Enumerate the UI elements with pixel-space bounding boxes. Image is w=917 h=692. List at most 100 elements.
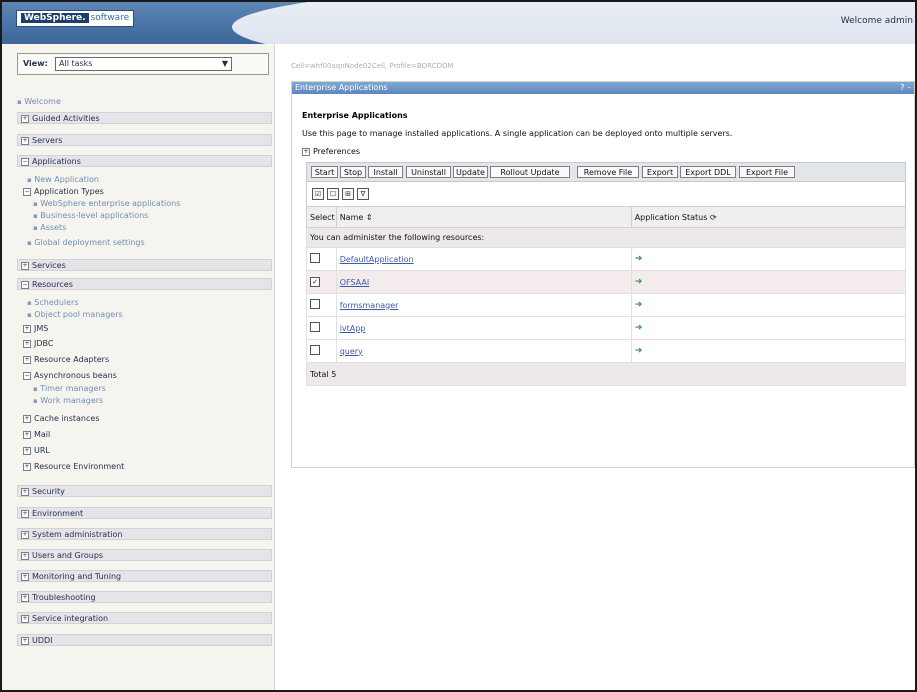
nav-item-cache-instances[interactable]: + Cache instances xyxy=(23,414,99,424)
nav-item-schedulers[interactable]: ▪ Schedulers xyxy=(27,298,79,308)
preferences-toggle[interactable]: + Preferences xyxy=(302,147,360,156)
nav-item-global-deployment[interactable]: ▪ Global deployment settings xyxy=(27,238,145,248)
nav-item-object-pool-managers[interactable]: ▪ Object pool managers xyxy=(27,310,123,320)
nav-section-label: Service integration xyxy=(32,614,109,623)
remove-file-button[interactable]: Remove File xyxy=(577,166,639,178)
application-link[interactable]: ivtApp xyxy=(340,324,366,333)
nav-welcome-label: Welcome xyxy=(24,97,61,106)
nav-item-resource-environment[interactable]: + Resource Environment xyxy=(23,462,124,472)
nav-section-service-integration[interactable]: + Service integration xyxy=(17,612,272,624)
nav-item-label: URL xyxy=(34,446,50,455)
row-checkbox[interactable] xyxy=(310,322,320,332)
nav-item-label: Timer managers xyxy=(40,384,106,393)
started-status-icon: ➜ xyxy=(634,300,643,310)
table-row: formsmanager ➜ xyxy=(306,293,907,317)
install-button[interactable]: Install xyxy=(368,166,403,178)
nav-section-security[interactable]: + Security xyxy=(17,485,272,497)
nav-item-url[interactable]: + URL xyxy=(23,446,50,456)
nav-item-label: Cache instances xyxy=(34,414,100,423)
expand-icon: + xyxy=(21,136,29,145)
update-button[interactable]: Update xyxy=(453,166,488,178)
nav-item-jms[interactable]: + JMS xyxy=(23,324,48,334)
nav-section-system-administration[interactable]: + System administration xyxy=(17,528,272,540)
collapse-icon: − xyxy=(21,280,29,289)
nav-item-resource-adapters[interactable]: + Resource Adapters xyxy=(23,355,109,365)
column-header-status[interactable]: Application Status ⟳ xyxy=(630,206,907,228)
browser-frame: WebSphere. software Welcome admin View: A… xyxy=(0,0,917,692)
row-checkbox[interactable] xyxy=(310,253,320,263)
expand-icon: + xyxy=(21,551,29,560)
export-button[interactable]: Export xyxy=(642,166,678,178)
row-checkbox[interactable] xyxy=(310,299,320,309)
nav-section-uddi[interactable]: + UDDI xyxy=(17,634,272,646)
bullet-icon: ▪ xyxy=(17,98,22,106)
deselect-all-icon[interactable]: ☐ xyxy=(327,188,339,200)
nav-section-applications[interactable]: − Applications xyxy=(17,155,272,167)
view-label: View: xyxy=(23,59,48,68)
started-status-icon: ➜ xyxy=(634,323,643,333)
show-filter-icon[interactable]: ⊞ xyxy=(342,188,354,200)
export-ddl-button[interactable]: Export DDL xyxy=(680,166,736,178)
bullet-icon: ▪ xyxy=(33,385,38,393)
nav-item-label: Global deployment settings xyxy=(34,238,145,247)
row-checkbox[interactable]: ✓ xyxy=(310,277,320,287)
expand-icon: + xyxy=(21,487,29,496)
application-link[interactable]: OFSAAI xyxy=(340,278,370,287)
nav-item-assets[interactable]: ▪ Assets xyxy=(33,223,66,233)
chevron-down-icon: ▼ xyxy=(221,59,228,68)
expand-icon: + xyxy=(302,147,310,156)
nav-section-troubleshooting[interactable]: + Troubleshooting xyxy=(17,591,272,603)
nav-item-jdbc[interactable]: + JDBC xyxy=(23,339,53,349)
row-checkbox[interactable] xyxy=(310,345,320,355)
nav-section-users-and-groups[interactable]: + Users and Groups xyxy=(17,549,272,561)
table-row: query ➜ xyxy=(306,339,907,363)
nav-item-business-level-apps[interactable]: ▪ Business-level applications xyxy=(33,211,148,221)
page-description: Use this page to manage installed applic… xyxy=(302,129,733,138)
total-count: Total 5 xyxy=(306,362,906,386)
nav-item-work-managers[interactable]: ▪ Work managers xyxy=(33,396,103,406)
view-select[interactable]: All tasks ▼ xyxy=(55,57,232,71)
nav-item-label: Assets xyxy=(40,223,67,232)
nav-section-resources[interactable]: − Resources xyxy=(17,278,272,290)
rollout-update-button[interactable]: Rollout Update xyxy=(490,166,570,178)
bullet-icon: ▪ xyxy=(33,224,38,232)
nav-section-services[interactable]: + Services xyxy=(17,259,272,271)
nav-item-asynchronous-beans[interactable]: − Asynchronous beans xyxy=(23,371,117,381)
application-link[interactable]: formsmanager xyxy=(340,301,399,310)
nav-item-new-application[interactable]: ▪ New Application xyxy=(27,175,99,185)
bullet-icon: ▪ xyxy=(27,311,32,319)
stop-button[interactable]: Stop xyxy=(340,166,366,178)
expand-icon: + xyxy=(23,462,31,471)
nav-section-monitoring-and-tuning[interactable]: + Monitoring and Tuning xyxy=(17,570,272,582)
portlet-title: Enterprise Applications xyxy=(295,83,388,92)
welcome-user-text: Welcome admin xyxy=(840,16,913,26)
websphere-logo: WebSphere. software xyxy=(16,10,135,27)
column-header-name[interactable]: Name ⇕ xyxy=(335,206,632,228)
name-cell: OFSAAI xyxy=(335,270,632,294)
help-minimize-icon[interactable]: ? – xyxy=(900,82,911,94)
nav-item-label: Object pool managers xyxy=(34,310,123,319)
nav-item-timer-managers[interactable]: ▪ Timer managers xyxy=(33,384,106,394)
uninstall-button[interactable]: Uninstall xyxy=(406,166,451,178)
start-button[interactable]: Start xyxy=(311,166,338,178)
nav-item-websphere-enterprise-apps[interactable]: ▪ WebSphere enterprise applications xyxy=(33,199,180,209)
view-select-value: All tasks xyxy=(59,59,93,68)
export-file-button[interactable]: Export File xyxy=(739,166,795,178)
nav-item-application-types[interactable]: − Application Types xyxy=(23,187,104,197)
nav-item-label: Schedulers xyxy=(34,298,79,307)
nav-welcome[interactable]: ▪ Welcome xyxy=(17,97,61,107)
nav-item-label: Business-level applications xyxy=(40,211,149,220)
nav-section-environment[interactable]: + Environment xyxy=(17,507,272,519)
application-link[interactable]: DefaultApplication xyxy=(340,255,414,264)
nav-item-label: Work managers xyxy=(40,396,104,405)
nav-item-mail[interactable]: + Mail xyxy=(23,430,50,440)
clear-filter-icon[interactable]: ∇ xyxy=(357,188,369,200)
application-link[interactable]: query xyxy=(340,347,363,356)
select-all-icon[interactable]: ☑ xyxy=(312,188,324,200)
table-row: ✓ OFSAAI ➜ xyxy=(306,270,907,294)
breadcrumb: Cell=whf00aqnNode02Cell, Profile=BORCDOM xyxy=(291,62,454,70)
nav-item-label: Mail xyxy=(34,430,51,439)
nav-item-label: Resource Adapters xyxy=(34,355,110,364)
nav-section-servers[interactable]: + Servers xyxy=(17,134,272,146)
nav-section-guided-activities[interactable]: + Guided Activities xyxy=(17,112,272,124)
